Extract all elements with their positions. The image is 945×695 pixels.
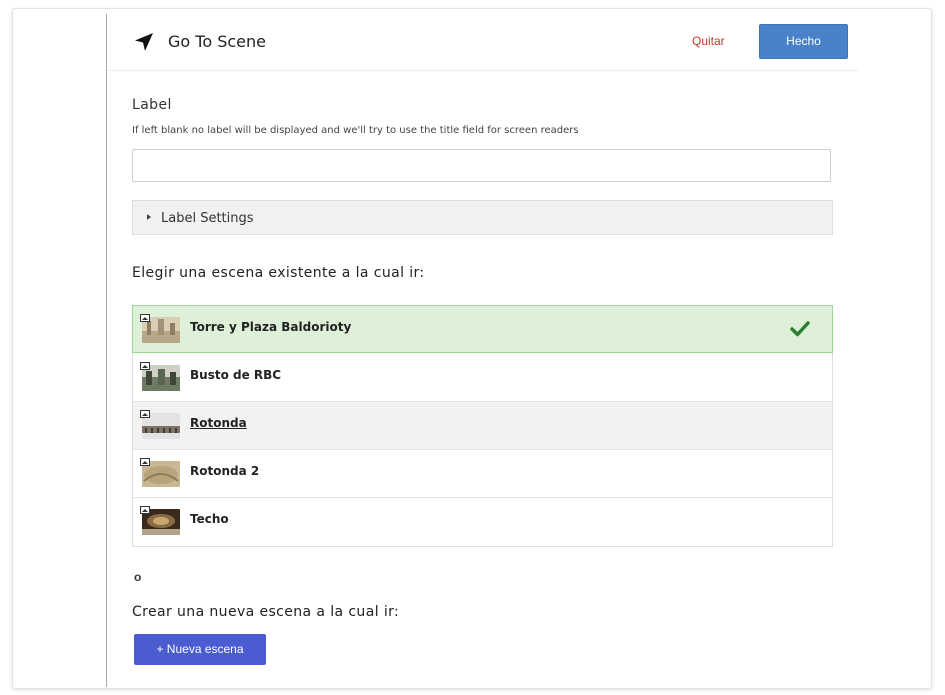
scene-list: Torre y Plaza Baldorioty Busto de RBC Ro… <box>132 305 833 547</box>
image-icon <box>140 458 150 466</box>
scene-row-rotonda-2[interactable]: Rotonda 2 <box>133 450 832 498</box>
scene-name: Techo <box>190 512 229 526</box>
scene-name: Busto de RBC <box>190 368 282 382</box>
scene-row-rotonda[interactable]: Rotonda <box>133 402 832 450</box>
image-icon <box>140 314 150 322</box>
caret-right-icon <box>147 214 151 220</box>
label-input[interactable] <box>132 149 831 182</box>
navigate-arrow-icon <box>135 33 153 51</box>
panel-title: Go To Scene <box>168 32 266 51</box>
label-help-text: If left blank no label will be displayed… <box>132 125 579 136</box>
go-to-scene-panel: Go To Scene Quitar Hecho Label If left b… <box>108 14 858 687</box>
done-button[interactable]: Hecho <box>759 24 848 59</box>
image-icon <box>140 362 150 370</box>
scene-name: Rotonda <box>190 416 247 430</box>
checkmark-icon <box>790 321 810 337</box>
existing-scene-heading: Elegir una escena existente a la cual ir… <box>132 265 425 281</box>
quit-button[interactable]: Quitar <box>692 34 725 48</box>
scene-row-busto-de-rbc[interactable]: Busto de RBC <box>133 354 832 402</box>
new-scene-heading: Crear una nueva escena a la cual ir: <box>132 604 400 620</box>
label-settings-label: Label Settings <box>161 211 254 226</box>
image-icon <box>140 410 150 418</box>
scene-name: Rotonda 2 <box>190 464 260 478</box>
label-settings-toggle[interactable]: Label Settings <box>132 200 833 235</box>
or-separator: o <box>134 570 142 584</box>
scene-row-torre-y-plaza-baldorioty[interactable]: Torre y Plaza Baldorioty <box>132 305 833 353</box>
image-icon <box>140 506 150 514</box>
label-field-title: Label <box>132 97 172 113</box>
scene-row-techo[interactable]: Techo <box>133 498 832 546</box>
new-scene-button[interactable]: + Nueva escena <box>134 634 266 665</box>
scene-name: Torre y Plaza Baldorioty <box>190 320 352 334</box>
left-divider <box>106 14 107 687</box>
panel-header: Go To Scene Quitar Hecho <box>108 14 858 71</box>
